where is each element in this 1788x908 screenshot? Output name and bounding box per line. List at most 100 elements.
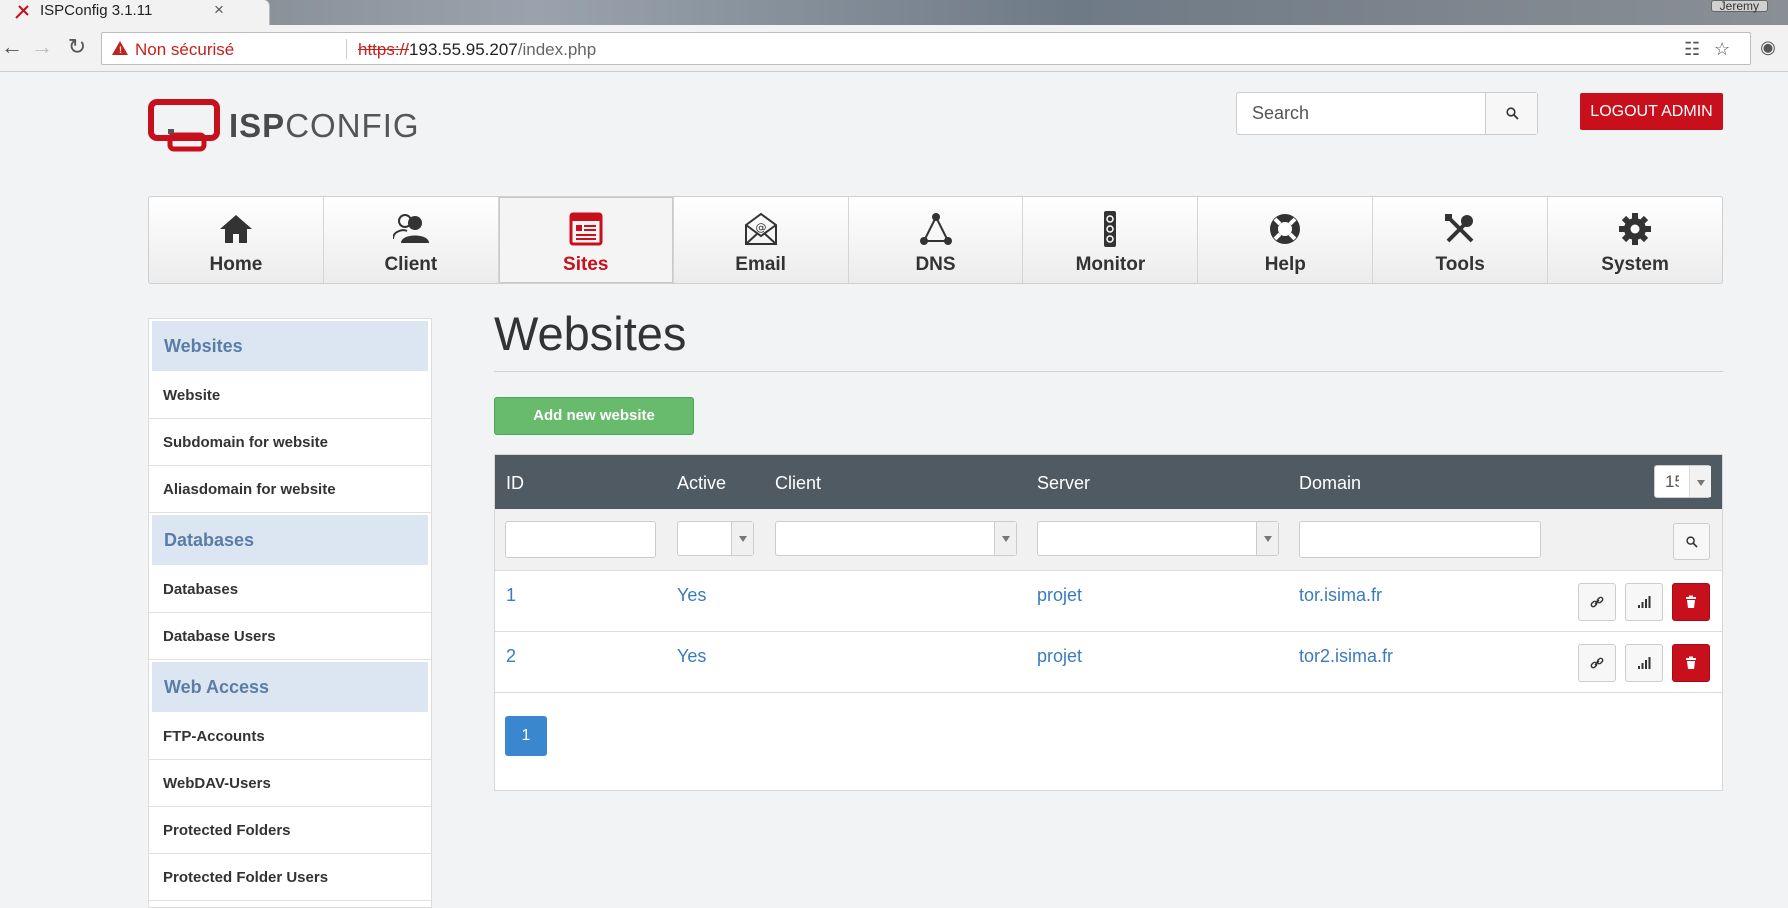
sidebar-item-subdomain[interactable]: Subdomain for website: [149, 419, 431, 466]
warning-icon: !: [112, 41, 128, 55]
nav-dns[interactable]: DNS: [849, 197, 1024, 283]
filter-client-select[interactable]: [775, 521, 1017, 556]
cell-active[interactable]: Yes: [677, 585, 706, 606]
nav-label: DNS: [915, 254, 956, 275]
search-button[interactable]: [1485, 93, 1537, 134]
reload-icon[interactable]: ↻: [65, 35, 89, 59]
sidebar: Websites Website Subdomain for website A…: [148, 318, 432, 908]
cell-server[interactable]: projet: [1037, 585, 1082, 606]
cell-id[interactable]: 2: [506, 646, 516, 667]
nav-label: Email: [735, 254, 786, 275]
nav-home[interactable]: Home: [149, 197, 324, 283]
logout-button[interactable]: LOGOUT ADMIN: [1580, 93, 1723, 130]
signal-bars-icon: [1638, 596, 1651, 608]
nav-label: Home: [209, 254, 263, 275]
cell-domain[interactable]: tor2.isima.fr: [1299, 646, 1393, 667]
chevron-down-icon: [1689, 466, 1711, 497]
filter-id-input[interactable]: [505, 521, 656, 558]
bookmark-star-icon[interactable]: ☆: [1714, 39, 1730, 60]
browser-toolbar: ← → ↻ ! Non sécurisé https://193.55.95.2…: [0, 25, 1788, 72]
nav-client[interactable]: Client: [324, 197, 499, 283]
search-input[interactable]: [1237, 93, 1487, 134]
logo-monitor-icon: [148, 99, 220, 152]
divider: [346, 39, 347, 59]
logo-text-bold: ISP: [229, 107, 286, 144]
ispconfig-favicon-icon: [15, 5, 29, 19]
profile-badge[interactable]: Jeremy: [1710, 0, 1768, 12]
trash-icon: [1686, 656, 1696, 669]
sidebar-item-databases[interactable]: Databases: [149, 566, 431, 613]
chevron-down-icon: [731, 522, 753, 555]
svg-text:@: @: [755, 221, 766, 234]
sidebar-item-webdav-users[interactable]: WebDAV-Users: [149, 760, 431, 807]
delete-button[interactable]: [1672, 644, 1710, 682]
filter-active-select[interactable]: [677, 521, 754, 556]
sidebar-item-protected-folder-users[interactable]: Protected Folder Users: [149, 854, 431, 901]
url-text[interactable]: https://193.55.95.207/index.php: [358, 40, 596, 60]
home-icon: [219, 215, 252, 243]
nav-sites[interactable]: Sites: [498, 197, 674, 283]
pagination-page-1[interactable]: 1: [505, 716, 547, 756]
column-header-server[interactable]: Server: [1037, 473, 1090, 494]
column-header-active[interactable]: Active: [677, 473, 726, 494]
link-icon: [1590, 596, 1604, 608]
global-search: [1236, 92, 1538, 135]
table-row[interactable]: 1 Yes projet tor.isima.fr: [495, 571, 1722, 632]
cell-active[interactable]: Yes: [677, 646, 706, 667]
sidebar-section-databases: Databases: [152, 515, 428, 565]
browser-tab[interactable]: ISPConfig 3.1.11 ×: [0, 0, 270, 25]
url-path: /index.php: [517, 40, 597, 59]
column-header-domain[interactable]: Domain: [1299, 473, 1361, 494]
sidebar-item-ftp-accounts[interactable]: FTP-Accounts: [149, 713, 431, 760]
statistics-button[interactable]: [1625, 644, 1663, 682]
page-title: Websites: [494, 307, 687, 360]
back-icon[interactable]: ←: [0, 35, 24, 59]
column-header-client[interactable]: Client: [775, 473, 821, 494]
nav-label: Client: [384, 254, 438, 275]
dns-icon: [919, 213, 952, 245]
nav-system[interactable]: System: [1548, 197, 1722, 283]
tools-icon: [1445, 214, 1474, 243]
column-header-id[interactable]: ID: [506, 473, 524, 494]
sidebar-item-aliasdomain[interactable]: Aliasdomain for website: [149, 466, 431, 513]
add-new-website-button[interactable]: Add new website: [494, 397, 694, 435]
translate-icon[interactable]: ☷: [1684, 39, 1700, 60]
statistics-button[interactable]: [1625, 583, 1663, 621]
ispconfig-logo[interactable]: ISPCONFIG: [148, 99, 419, 154]
forward-icon[interactable]: →: [30, 35, 54, 59]
security-label[interactable]: Non sécurisé: [135, 40, 234, 60]
filter-server-select[interactable]: [1037, 521, 1279, 556]
filter-domain-input[interactable]: [1299, 521, 1541, 558]
open-link-button[interactable]: [1578, 644, 1616, 682]
sidebar-section-web-access: Web Access: [152, 662, 428, 712]
sidebar-item-website[interactable]: Website: [149, 372, 431, 419]
nav-label: Help: [1264, 254, 1306, 275]
nav-label: Monitor: [1075, 254, 1146, 275]
address-bar[interactable]: ! Non sécurisé https://193.55.95.207/ind…: [101, 32, 1751, 65]
tab-close-icon[interactable]: ×: [214, 0, 224, 20]
nav-monitor[interactable]: Monitor: [1023, 197, 1199, 283]
chevron-down-icon: [1256, 522, 1278, 555]
cell-server[interactable]: projet: [1037, 646, 1082, 667]
search-icon: [1506, 107, 1519, 120]
browser-tab-strip: ISPConfig 3.1.11 × Jeremy: [0, 0, 1788, 25]
filter-search-button[interactable]: [1673, 523, 1710, 560]
client-icon: [392, 214, 429, 243]
help-icon: [1270, 214, 1301, 244]
rows-per-page-select[interactable]: 15: [1654, 465, 1711, 498]
sidebar-item-database-users[interactable]: Database Users: [149, 613, 431, 660]
delete-button[interactable]: [1672, 583, 1710, 621]
system-gear-icon: [1619, 213, 1652, 245]
open-link-button[interactable]: [1578, 583, 1616, 621]
extension-icon[interactable]: ◉: [1756, 35, 1780, 59]
sidebar-item-protected-folders[interactable]: Protected Folders: [149, 807, 431, 854]
nav-email[interactable]: @ Email: [674, 197, 849, 283]
url-scheme: https://: [358, 40, 410, 59]
cell-id[interactable]: 1: [506, 585, 516, 606]
nav-tools[interactable]: Tools: [1373, 197, 1549, 283]
title-divider: [494, 371, 1723, 372]
cell-domain[interactable]: tor.isima.fr: [1299, 585, 1382, 606]
nav-help[interactable]: Help: [1198, 197, 1374, 283]
table-row[interactable]: 2 Yes projet tor2.isima.fr: [495, 632, 1722, 693]
sites-icon: [569, 212, 603, 246]
